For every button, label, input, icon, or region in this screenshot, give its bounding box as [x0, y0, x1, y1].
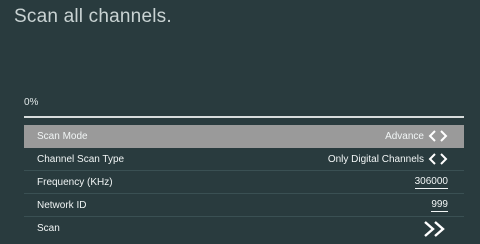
menu-item-label: Channel Scan Type [37, 153, 125, 165]
double-chevron-right-icon[interactable] [422, 220, 448, 237]
menu-item-frequency[interactable]: Frequency (KHz) 306000 [24, 171, 464, 194]
menu-item-label: Scan Mode [37, 130, 88, 142]
menu-item-channel-scan-type[interactable]: Channel Scan Type Only Digital Channels [24, 148, 464, 171]
progress-percent: 0% [24, 97, 39, 108]
menu-item-scan-mode[interactable]: Scan Mode Advance [24, 125, 464, 148]
menu-item-value: Only Digital Channels [327, 153, 424, 165]
left-right-arrows-icon[interactable] [428, 130, 448, 142]
scan-mode-selector[interactable]: Advance [385, 130, 448, 142]
menu-item-value: Advance [385, 130, 424, 142]
menu-item-scan[interactable]: Scan [24, 217, 464, 240]
page-title: Scan all channels. [14, 6, 172, 27]
frequency-input[interactable]: 306000 [414, 176, 448, 189]
network-id-input[interactable]: 999 [431, 199, 448, 212]
scan-settings-menu: Scan Mode Advance Channel Scan Type Only… [24, 125, 464, 240]
menu-item-label: Network ID [37, 199, 87, 211]
progress-bar [24, 116, 464, 118]
menu-item-label: Scan [37, 223, 60, 234]
channel-scan-type-selector[interactable]: Only Digital Channels [328, 153, 448, 165]
menu-item-label: Frequency (KHz) [37, 176, 113, 188]
left-right-arrows-icon[interactable] [428, 153, 448, 165]
menu-item-network-id[interactable]: Network ID 999 [24, 194, 464, 217]
